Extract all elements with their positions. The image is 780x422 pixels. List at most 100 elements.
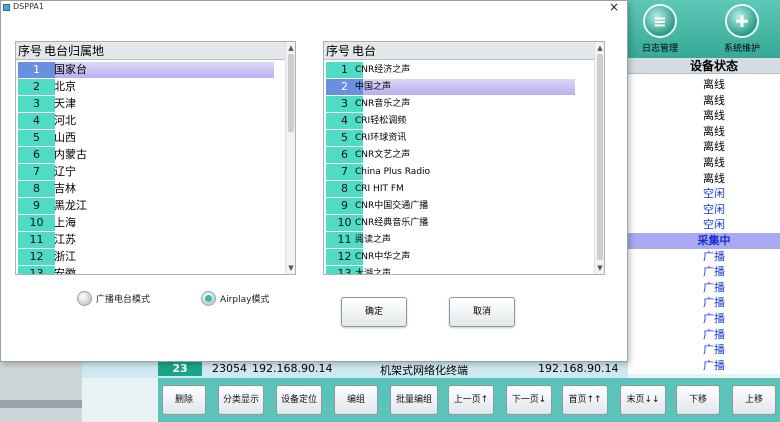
status-cell: 离线 [703, 140, 725, 154]
list-item[interactable]: 7 China Plus Radio [324, 163, 585, 180]
radio-source-dialog: DSPPA1 × 序号 电台归属地 1 国家台 2 北京 3 天津 4 河北 5 山西 6 内蒙古 7 辽… [0, 0, 628, 362]
row-device-ip: 192.168.90.14 [252, 362, 333, 375]
status-cell: 采集中 [628, 233, 780, 249]
list-item-number: 4 [18, 113, 55, 129]
list-item-number: 2 [18, 79, 55, 95]
list-item[interactable]: 8 吉林 [16, 180, 284, 197]
list-item-number: 11 [18, 232, 55, 248]
log-management-button[interactable]: ≡ 日志管理 [630, 2, 690, 56]
list-item-number: 13 [18, 266, 55, 274]
list-item[interactable]: 11 江苏 [16, 231, 284, 248]
list-item[interactable]: 2 北京 [16, 78, 284, 95]
list-item-label: CNR音乐之声 [355, 99, 411, 109]
prev-page-button[interactable]: 上一页↑ [448, 385, 494, 415]
list-item[interactable]: 4 河北 [16, 112, 284, 129]
left-panel-scroll-strip[interactable] [0, 400, 82, 408]
province-list[interactable]: 序号 电台归属地 1 国家台 2 北京 3 天津 4 河北 5 山西 6 内蒙古 7 辽宁 8 吉林 9 黑龙江 1… [15, 41, 296, 275]
list-item[interactable]: 6 CNR文艺之声 [324, 146, 585, 163]
list-item[interactable]: 9 黑龙江 [16, 197, 284, 214]
list-item[interactable]: 12 CNR中华之声 [324, 248, 585, 265]
radio-dot[interactable] [201, 291, 216, 306]
list-item[interactable]: 6 内蒙古 [16, 146, 284, 163]
list-item[interactable]: 1 国家台 [16, 61, 284, 78]
row-number: 23 [158, 362, 202, 376]
list-item-label: CRI环球资讯 [355, 133, 407, 143]
station-list-header: 序号 电台 [324, 42, 596, 60]
list-item[interactable]: 10 CNR经典音乐广播 [324, 214, 585, 231]
scroll-down-icon[interactable]: ▼ [595, 263, 604, 273]
station-scrollbar[interactable]: ▲ ▼ [594, 42, 604, 274]
confirm-button[interactable]: 确定 [341, 297, 407, 327]
status-cell: 广播 [703, 249, 725, 263]
status-cell: 离线 [703, 93, 725, 107]
list-item-label: CNR中国交通广播 [355, 201, 429, 211]
scroll-up-icon[interactable]: ▲ [286, 43, 295, 53]
scroll-thumb[interactable] [597, 54, 603, 260]
airplay-mode-radio[interactable]: Airplay模式 [201, 291, 291, 307]
status-cell: 广播 [703, 280, 725, 294]
category-display-button[interactable]: 分类显示 [218, 385, 264, 415]
list-item[interactable]: 3 CNR音乐之声 [324, 95, 585, 112]
move-up-button[interactable]: 上移 [732, 385, 776, 415]
list-item[interactable]: 4 CRI轻松调频 [324, 112, 585, 129]
station-list[interactable]: 序号 电台 1 CNR经济之声 2 中国之声 3 CNR音乐之声 4 CRI轻松调频 5 CRI环… [323, 41, 605, 275]
close-icon[interactable]: × [607, 1, 621, 15]
app-icon [3, 4, 10, 11]
list-item-label: 中国之声 [355, 82, 392, 92]
first-page-button[interactable]: 首页↑↑ [562, 385, 608, 415]
list-item[interactable]: 5 CRI环球资讯 [324, 129, 585, 146]
province-scrollbar[interactable]: ▲ ▼ [285, 42, 295, 274]
list-item[interactable]: 12 浙江 [16, 248, 284, 265]
province-header-name: 电台归属地 [44, 44, 105, 58]
delete-button[interactable]: 删除 [162, 385, 206, 415]
list-item[interactable]: 13 安徽 [16, 265, 284, 275]
scroll-down-icon[interactable]: ▼ [286, 263, 295, 273]
status-cell: 空闲 [703, 202, 725, 216]
status-cell: 离线 [703, 109, 725, 123]
status-cell: 广播 [703, 265, 725, 279]
province-list-header: 序号 电台归属地 [16, 42, 287, 60]
list-item-label: 北京 [54, 80, 76, 93]
cancel-button[interactable]: 取消 [449, 297, 515, 327]
next-page-button[interactable]: 下一页↓ [506, 385, 552, 415]
list-item[interactable]: 9 CNR中国交通广播 [324, 197, 585, 214]
list-item-label: 安徽 [54, 267, 76, 275]
list-item[interactable]: 8 CRI HIT FM [324, 180, 585, 197]
list-item-label: 辽宁 [54, 165, 76, 178]
radio-dot[interactable] [77, 291, 92, 306]
list-item[interactable]: 2 中国之声 [324, 78, 585, 95]
list-item[interactable]: 11 阅读之声 [324, 231, 585, 248]
table-row[interactable]: 23 23054 192.168.90.14 机架式网络化终端 192.168.… [158, 362, 778, 377]
station-header-num: 序号 [326, 44, 351, 58]
list-item[interactable]: 7 辽宁 [16, 163, 284, 180]
device-locate-button[interactable]: 设备定位 [276, 385, 322, 415]
dialog-titlebar[interactable]: DSPPA1 × [1, 1, 627, 15]
list-item-label: CNR中华之声 [355, 252, 411, 262]
system-maintenance-button[interactable]: ✚ 系统维护 [712, 2, 772, 56]
status-cell: 广播 [703, 312, 725, 325]
maintenance-icon: ✚ [725, 4, 759, 38]
group-button[interactable]: 编组 [334, 385, 378, 415]
station-header-name: 电台 [352, 44, 377, 58]
list-item[interactable]: 10 上海 [16, 214, 284, 231]
list-item-label: 国家台 [54, 63, 87, 76]
bottom-button-bar: 删除 分类显示 设备定位 编组 批量编组 上一页↑ 下一页↓ 首页↑↑ 末页↓↓… [158, 378, 780, 422]
top-toolbar: ≡ 日志管理 ✚ 系统维护 [628, 0, 780, 58]
broadcast-mode-radio[interactable]: 广播电台模式 [77, 291, 177, 307]
last-page-button[interactable]: 末页↓↓ [620, 385, 666, 415]
list-item[interactable]: 5 山西 [16, 129, 284, 146]
scroll-up-icon[interactable]: ▲ [595, 43, 604, 53]
list-item-number: 10 [18, 215, 55, 231]
batch-group-button[interactable]: 批量编组 [390, 385, 438, 415]
list-item[interactable]: 1 CNR经济之声 [324, 61, 585, 78]
list-item-number: 5 [18, 130, 55, 146]
list-item-number: 6 [18, 147, 55, 163]
status-cell: 离线 [703, 171, 725, 185]
list-item-number: 8 [18, 181, 55, 197]
scroll-thumb[interactable] [288, 54, 294, 132]
list-item-number: 1 [18, 62, 55, 78]
move-down-button[interactable]: 下移 [676, 385, 720, 415]
status-cell: 空闲 [703, 218, 725, 232]
list-item[interactable]: 3 天津 [16, 95, 284, 112]
list-item[interactable]: 13 太湖之声 [324, 265, 585, 274]
